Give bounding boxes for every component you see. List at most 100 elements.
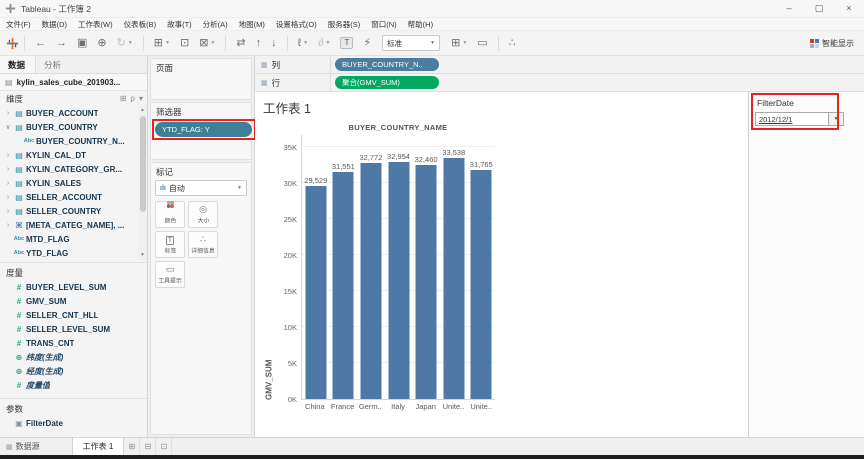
show-mark-labels-icon[interactable]: ⊞▼ [451,38,467,49]
swap-axes-icon[interactable]: ⇄ [236,38,245,49]
marks-button-tooltip[interactable]: ▭工具提示 [155,261,185,288]
menu-item[interactable]: 地图(M) [239,19,265,30]
scrollbar-thumb[interactable] [140,116,146,212]
field-row[interactable]: ⊕经度(生成) [0,364,147,378]
mark-type-dropdown[interactable]: ılı 自动 ▼ [155,180,247,196]
new-dashboard-button[interactable]: ⊟ [140,438,156,455]
refresh-icon[interactable]: ↻▼ [117,38,133,49]
field-row[interactable]: ›▤KYLIN_CAL_DT [0,148,147,162]
field-row[interactable]: ›▤BUYER_ACCOUNT [0,106,147,120]
bar-mark[interactable] [388,162,409,399]
filters-card[interactable]: 筛选器 YTD_FLAG: Y [150,102,252,160]
columns-shelf[interactable]: ▦ 列 BUYER_COUNTRY_N.. [255,56,864,74]
bar-mark[interactable] [416,165,437,399]
tab-data[interactable]: 数据 [0,56,36,73]
field-row[interactable]: ›▤SELLER_ACCOUNT [0,190,147,204]
field-row[interactable]: #BUYER_LEVEL_SUM [0,280,147,294]
expander-icon[interactable]: › [4,180,12,187]
menu-item[interactable]: 帮助(H) [408,19,433,30]
add-datasource-icon[interactable]: ⊕ [97,38,106,49]
field-row[interactable]: ›▤KYLIN_SALES [0,176,147,190]
filter-date-value[interactable]: 2012/12/1 [755,112,829,126]
bar-mark[interactable] [443,158,464,399]
menu-item[interactable]: 设置格式(O) [276,19,317,30]
columns-pill[interactable]: BUYER_COUNTRY_N.. [335,58,439,71]
sort-descending-icon[interactable]: ↓ [271,38,277,49]
field-row[interactable]: #GMV_SUM [0,294,147,308]
field-row[interactable]: ›⌘[META_CATEG_NAME], ... [0,218,147,232]
chevron-down-icon[interactable]: ▼ [210,41,215,46]
redo-icon[interactable]: → [56,38,67,49]
pages-card[interactable]: 页面 [150,58,252,100]
menu-item[interactable]: 分析(A) [203,19,228,30]
chevron-down-icon[interactable]: ▼ [462,41,467,46]
maximize-button[interactable]: ▢ [804,0,834,17]
field-row[interactable]: AbcBUYER_COUNTRY_N... [0,134,147,148]
field-row[interactable]: AbcMTD_FLAG [0,232,147,246]
expander-icon[interactable]: ∨ [4,123,12,131]
sort-ascending-icon[interactable]: ↑ [256,38,262,49]
chevron-down-icon[interactable]: ▼ [165,41,170,46]
datasource-tab[interactable]: ▦ 数据源 [0,438,50,455]
field-row[interactable]: #TRANS_CNT [0,336,147,350]
bar-mark[interactable] [333,172,354,399]
sheet-tab-active[interactable]: 工作表 1 [72,438,125,455]
menu-item[interactable]: 服务器(S) [328,19,361,30]
expander-icon[interactable]: › [4,152,12,159]
expander-icon[interactable]: › [4,208,12,215]
view-options-icon[interactable]: ⊞ [120,94,127,103]
duplicate-sheet-icon[interactable]: ⊡ [180,38,189,49]
new-story-button[interactable]: ⊡ [156,438,172,455]
tab-analytics[interactable]: 分析 [36,56,71,73]
field-row[interactable]: ▣FilterDate [0,416,147,430]
rows-shelf[interactable]: ▦ 行 聚合(GMV_SUM) [255,74,864,92]
field-row[interactable]: AbcYTD_FLAG [0,246,147,260]
datasource-item[interactable]: ▤ kylin_sales_cube_201903... [0,74,147,91]
presentation-mode-icon[interactable]: ▭ [477,38,487,49]
menu-item[interactable]: 文件(F) [6,19,31,30]
filter-date-dropdown-arrow[interactable]: ▼ [829,112,844,126]
menu-item[interactable]: 工作表(W) [78,19,113,30]
show-me-button[interactable]: 智能显示 [810,38,854,49]
marks-button-detail[interactable]: ∴详细信息 [188,231,218,258]
save-icon[interactable]: ▣ [77,38,87,49]
new-worksheet-icon[interactable]: ⊞▼ [154,38,170,49]
chevron-down-icon[interactable]: ▼ [326,41,331,46]
bar-mark[interactable] [305,186,326,399]
menu-item[interactable]: 故事(T) [167,19,192,30]
field-row[interactable]: ›▤SELLER_COUNTRY [0,204,147,218]
field-row[interactable]: #SELLER_CNT_HLL [0,308,147,322]
scrollbar[interactable]: ▲ ▼ [138,106,147,260]
highlight-icon[interactable]: ℓ▼ [298,38,309,49]
tableau-logo-color-icon[interactable] [6,37,19,50]
menu-item[interactable]: 仪表板(B) [124,19,157,30]
search-icon[interactable]: ρ [130,94,135,103]
chevron-down-icon[interactable]: ▾ [139,94,143,103]
expander-icon[interactable]: › [4,166,12,173]
marks-button-label[interactable]: T标签 [155,231,185,258]
format-icon[interactable]: ∂▼ [318,38,330,49]
bar-mark[interactable] [471,170,492,399]
field-row[interactable]: ∨▤BUYER_COUNTRY [0,120,147,134]
new-worksheet-button[interactable]: ⊞ [124,438,140,455]
undo-icon[interactable]: ← [35,38,46,49]
expander-icon[interactable]: › [4,194,12,201]
field-row[interactable]: #度量值 [0,378,147,392]
clear-sheet-icon[interactable]: ⊠▼ [199,38,215,49]
chevron-down-icon[interactable]: ▼ [303,41,308,46]
share-icon[interactable]: ∴ [509,38,516,49]
field-row[interactable]: #SELLER_LEVEL_SUM [0,322,147,336]
close-button[interactable]: × [834,0,864,17]
fit-dropdown[interactable]: 标准 ▼ [382,35,440,51]
field-row[interactable]: ›▤KYLIN_CATEGORY_GR... [0,162,147,176]
minimize-button[interactable]: – [774,0,804,17]
marks-button-color[interactable]: 颜色 [155,201,185,228]
expander-icon[interactable]: › [4,222,12,229]
chevron-down-icon[interactable]: ▼ [128,41,133,46]
menu-item[interactable]: 数据(D) [42,19,67,30]
text-label-icon[interactable]: T [340,37,353,49]
scroll-down-icon[interactable]: ▼ [138,251,147,260]
fix-axes-icon[interactable]: ⚡ [363,38,371,49]
expander-icon[interactable]: › [4,110,12,117]
field-row[interactable]: ⊕纬度(生成) [0,350,147,364]
